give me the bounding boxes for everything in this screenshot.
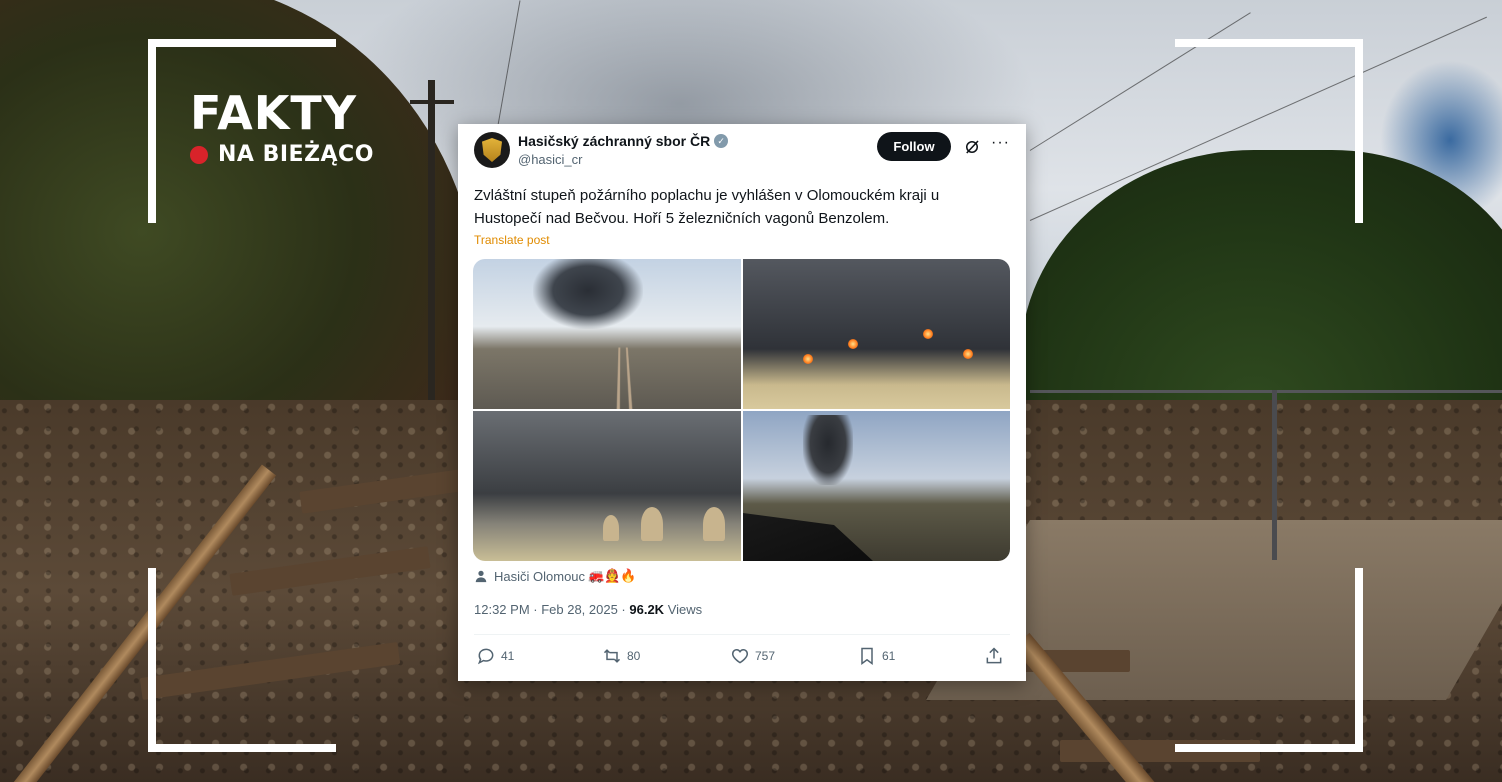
more-options-icon[interactable]: ··· — [991, 134, 1010, 152]
utility-pole — [428, 80, 435, 400]
live-dot-icon — [190, 145, 208, 164]
author-name-row[interactable]: Hasičský záchranný sbor ČR ✓ — [518, 133, 729, 149]
divider — [474, 634, 1010, 635]
tweet-timestamp[interactable]: 12:32 PM · Feb 28, 2025 · — [474, 602, 629, 617]
tweet-actions-bar: 41 80 757 61 — [474, 646, 1010, 672]
tree — [703, 507, 725, 541]
media-photo-fire-smoke[interactable] — [743, 259, 1010, 409]
repost-button[interactable]: 80 — [602, 646, 640, 666]
translate-post-link[interactable]: Translate post — [474, 233, 550, 247]
car-dashboard — [743, 513, 873, 561]
brand-subtitle-row: NA BIEŻĄCO — [190, 142, 374, 167]
frame-corner-bottom-right — [1175, 568, 1363, 752]
bookmark-count: 61 — [882, 649, 896, 663]
author-display-name[interactable]: Hasičský záchranný sbor ČR — [518, 133, 710, 149]
tweet-text: Zvláštní stupeň požárního poplachu je vy… — [474, 184, 1004, 230]
author-handle[interactable]: @hasici_cr — [518, 152, 583, 167]
tweet-media-grid — [473, 259, 1010, 561]
fence-rail — [1030, 390, 1502, 393]
location-name: Hasiči Olomouc — [494, 568, 586, 584]
fire-icon — [923, 329, 933, 339]
smoke-plume — [803, 415, 853, 485]
railway-track — [578, 347, 664, 409]
fence-post — [1272, 390, 1277, 560]
grok-icon[interactable] — [963, 138, 981, 156]
smoke-plume — [533, 259, 643, 329]
brand-title: FAKTY — [190, 86, 358, 140]
fire-icon — [963, 349, 973, 359]
shield-icon — [482, 138, 502, 162]
frame-corner-top-right — [1175, 39, 1363, 223]
reply-count: 41 — [501, 649, 515, 663]
brand-logo: FAKTY NA BIEŻĄCO — [190, 88, 374, 167]
reply-icon — [477, 648, 494, 665]
tweet-header: Hasičský záchranný sbor ČR ✓ @hasici_cr … — [458, 124, 1026, 178]
media-photo-car-view[interactable] — [743, 411, 1010, 561]
media-photo-railway-smoke[interactable] — [473, 259, 741, 409]
bookmark-button[interactable]: 61 — [857, 646, 895, 666]
like-button[interactable]: 757 — [730, 646, 775, 666]
media-photo-smoke-trees[interactable] — [473, 411, 741, 561]
views-count: 96.2K — [629, 602, 665, 617]
frame-corner-bottom-left — [148, 568, 336, 752]
follow-button[interactable]: Follow — [877, 132, 951, 161]
share-button[interactable] — [984, 646, 1009, 666]
person-icon — [475, 570, 487, 583]
fire-icon — [803, 354, 813, 364]
repost-count: 80 — [627, 649, 641, 663]
utility-pole-arm — [410, 100, 454, 104]
tweet-card: Hasičský záchranný sbor ČR ✓ @hasici_cr … — [458, 124, 1026, 681]
bookmark-icon — [861, 647, 873, 665]
location-emoji: 🚒🧑‍🚒🔥 — [588, 568, 637, 583]
share-icon — [986, 647, 1002, 664]
tree — [641, 507, 663, 541]
tree — [603, 515, 619, 541]
brand-subtitle: NA BIEŻĄCO — [218, 142, 374, 167]
tweet-meta: 12:32 PM · Feb 28, 2025 · 96.2K Views — [474, 602, 702, 617]
views-label: Views — [664, 602, 703, 617]
heart-icon — [731, 648, 749, 664]
repost-icon — [603, 649, 621, 663]
like-count: 757 — [755, 649, 776, 663]
reply-button[interactable]: 41 — [476, 646, 514, 666]
tweet-text-line: Hustopečí nad Bečvou. Hoří 5 železničníc… — [474, 210, 890, 227]
avatar[interactable] — [474, 132, 510, 168]
tweet-text-line: Zvláštní stupeň požárního poplachu je vy… — [474, 187, 940, 204]
tweet-location[interactable]: Hasiči Olomouc 🚒🧑‍🚒🔥 — [474, 568, 637, 584]
verified-badge-icon: ✓ — [714, 134, 729, 148]
fire-icon — [848, 339, 858, 349]
